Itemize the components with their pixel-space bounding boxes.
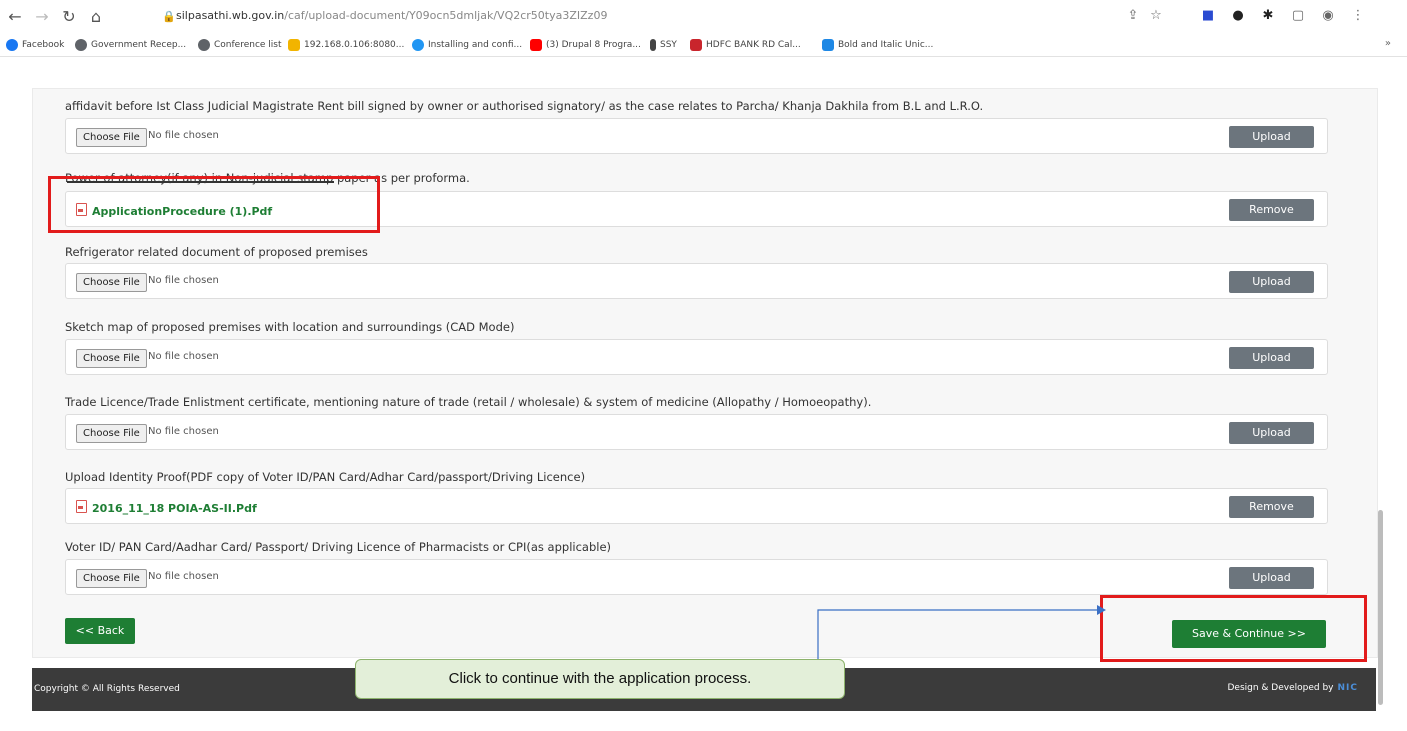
callout-tooltip: Click to continue with the application p… [355,659,845,699]
callout-arrow [817,605,1106,659]
